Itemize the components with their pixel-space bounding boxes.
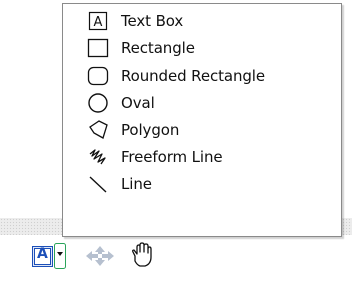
text-box-tool-letter: A	[37, 246, 48, 262]
menu-item-text-box[interactable]: A Text Box	[85, 7, 335, 34]
polygon-icon	[85, 118, 111, 142]
hand-tool-button[interactable]	[127, 241, 155, 269]
menu-item-rounded-rectangle[interactable]: Rounded Rectangle	[85, 62, 335, 89]
shape-dropdown-button[interactable]	[54, 243, 66, 269]
line-icon	[85, 172, 111, 196]
menu-item-label: Oval	[121, 93, 155, 112]
menu-item-polygon[interactable]: Polygon	[85, 116, 335, 143]
menu-item-line[interactable]: Line	[85, 170, 335, 197]
menu-item-label: Line	[121, 174, 152, 193]
drawing-toolbar: A	[0, 235, 352, 291]
freeform-line-icon	[85, 145, 111, 169]
move-button[interactable]	[85, 244, 115, 268]
text-box-tool-button[interactable]: A	[31, 245, 53, 267]
menu-item-rectangle[interactable]: Rectangle	[85, 34, 335, 61]
menu-item-label: Rectangle	[121, 38, 195, 57]
oval-icon	[85, 91, 111, 115]
text-box-icon: A	[85, 9, 111, 33]
menu-item-label: Polygon	[121, 120, 180, 139]
svg-text:A: A	[94, 15, 103, 30]
hand-pan-icon	[132, 242, 152, 267]
menu-item-label: Text Box	[121, 11, 184, 30]
dropdown-arrow-icon	[54, 243, 66, 269]
shape-menu: A Text Box Rectangle Rounded Rectangle O…	[62, 3, 342, 237]
move-arrows-icon	[86, 246, 114, 266]
menu-item-oval[interactable]: Oval	[85, 89, 335, 116]
menu-item-freeform-line[interactable]: Freeform Line	[85, 143, 335, 170]
rectangle-icon	[85, 36, 111, 60]
menu-item-label: Freeform Line	[121, 147, 223, 166]
rounded-rectangle-icon	[85, 64, 111, 88]
menu-item-label: Rounded Rectangle	[121, 66, 266, 85]
